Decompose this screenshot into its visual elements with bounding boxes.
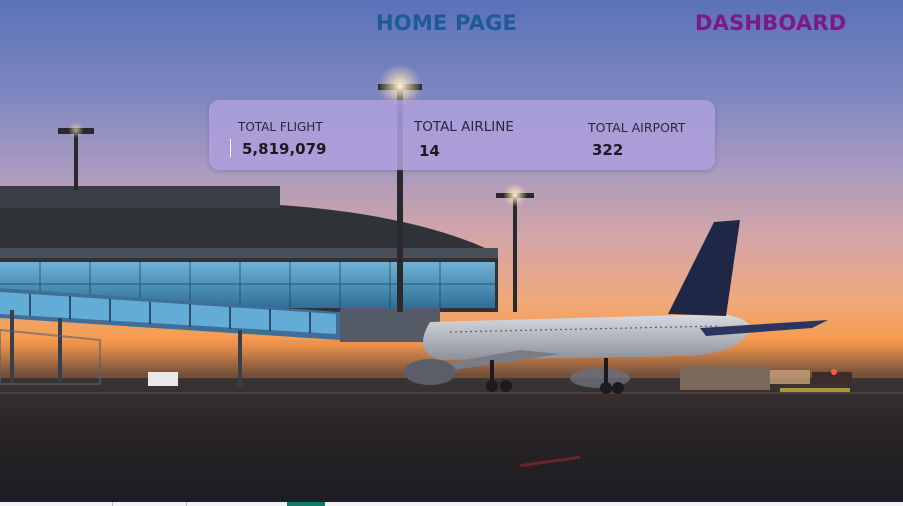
kpi-summary-card: TOTAL FLIGHT 5,819,079 TOTAL AIRLINE 14 … bbox=[209, 100, 715, 170]
airport-scene-illustration bbox=[0, 64, 903, 506]
dashboard-link[interactable]: DASHBOARD bbox=[695, 11, 846, 35]
page-tab-separator bbox=[112, 502, 113, 506]
kpi-total-airline-label: TOTAL AIRLINE bbox=[414, 119, 514, 135]
kpi-total-flight-value: 5,819,079 bbox=[242, 140, 327, 158]
page-tab-separator bbox=[186, 502, 187, 506]
kpi-total-airline-value: 14 bbox=[419, 142, 440, 160]
kpi-total-flight: TOTAL FLIGHT 5,819,079 bbox=[209, 100, 399, 170]
text-cursor bbox=[230, 139, 231, 157]
airport-background-image bbox=[0, 0, 903, 506]
active-page-tab-marker[interactable] bbox=[287, 502, 325, 506]
home-page-link[interactable]: HOME PAGE bbox=[376, 11, 517, 35]
kpi-total-airline: TOTAL AIRLINE 14 bbox=[399, 100, 569, 170]
kpi-total-airport: TOTAL AIRPORT 322 bbox=[569, 100, 715, 170]
kpi-total-flight-label: TOTAL FLIGHT bbox=[238, 120, 323, 134]
kpi-total-airport-value: 322 bbox=[592, 141, 624, 159]
page-tab-strip bbox=[0, 502, 903, 506]
kpi-total-airport-label: TOTAL AIRPORT bbox=[588, 120, 686, 135]
